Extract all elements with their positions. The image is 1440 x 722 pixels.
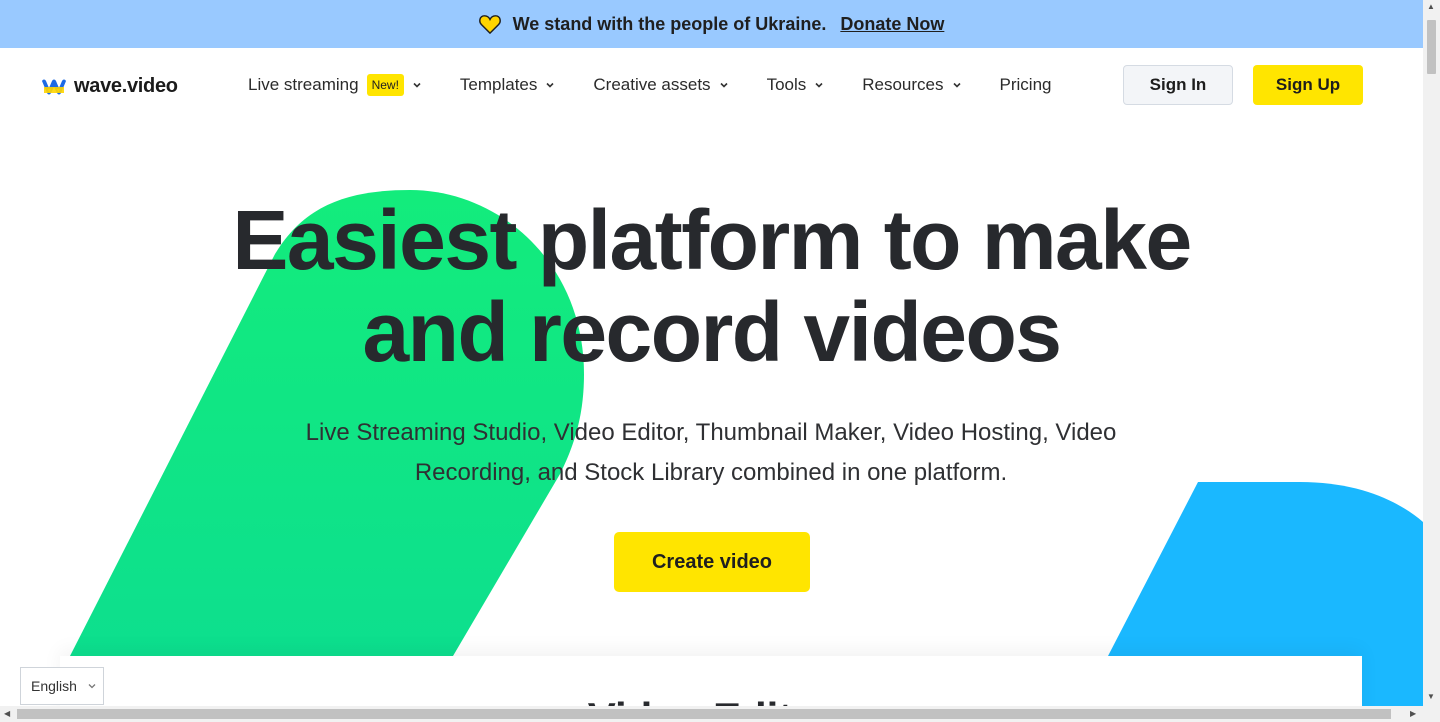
ukraine-banner: We stand with the people of Ukraine. Don… — [0, 0, 1423, 48]
nav-label: Templates — [459, 75, 538, 94]
chevron-down-icon — [88, 684, 96, 689]
nav-label: Tools — [766, 75, 807, 94]
wave-logo-icon — [42, 79, 66, 94]
sign-up-button[interactable]: Sign Up — [1253, 65, 1363, 105]
nav-label: Creative assets — [593, 75, 711, 94]
hero-section: Easiest platform to make and record vide… — [0, 124, 1423, 706]
nav-label: Resources — [862, 75, 944, 94]
site-header: wave.video Live streaming New! Templates… — [0, 48, 1423, 124]
banner-message: We stand with the people of Ukraine. — [512, 13, 827, 34]
hero-title: Easiest platform to make and record vide… — [0, 194, 1423, 378]
language-label: English — [31, 678, 77, 694]
horizontal-scroll-thumb[interactable] — [17, 709, 1391, 719]
hero-subtitle-line-1: Live Streaming Studio, Video Editor, Thu… — [305, 419, 1117, 446]
nav-label: Pricing — [999, 75, 1052, 94]
chevron-down-icon — [952, 82, 961, 88]
create-video-button[interactable]: Create video — [614, 532, 810, 592]
vertical-scrollbar[interactable]: ▲ ▼ — [1423, 0, 1440, 706]
hero-title-line-1: Easiest platform to make — [232, 193, 1192, 287]
logo-text: wave.video — [74, 75, 178, 97]
sign-in-button[interactable]: Sign In — [1123, 65, 1233, 105]
hero-subtitle: Live Streaming Studio, Video Editor, Thu… — [261, 413, 1161, 493]
scroll-down-arrow-icon[interactable]: ▼ — [1427, 692, 1435, 701]
new-badge: New! — [366, 74, 404, 96]
nav-pricing[interactable]: Pricing — [1000, 75, 1052, 95]
scroll-right-arrow-icon[interactable]: ▶ — [1410, 709, 1416, 718]
heart-icon — [478, 15, 501, 34]
nav-live-streaming[interactable]: Live streaming New! — [248, 74, 422, 96]
nav-templates[interactable]: Templates — [460, 75, 555, 95]
nav-tools[interactable]: Tools — [767, 75, 825, 95]
chevron-down-icon — [815, 82, 823, 88]
chevron-down-icon — [413, 82, 421, 88]
chevron-down-icon — [546, 82, 554, 88]
feature-card: Video Editor — [60, 656, 1362, 706]
donate-now-link[interactable]: Donate Now — [840, 14, 944, 35]
hero-subtitle-line-2: Recording, and Stock Library combined in… — [414, 459, 1008, 486]
chevron-down-icon — [719, 82, 728, 88]
hero-title-line-2: and record videos — [362, 285, 1062, 379]
logo[interactable]: wave.video — [40, 75, 178, 98]
language-select[interactable]: English — [20, 667, 104, 705]
vertical-scroll-thumb[interactable] — [1427, 20, 1436, 74]
main-nav: Live streaming New! Templates Creative a… — [248, 74, 1089, 96]
nav-creative-assets[interactable]: Creative assets — [593, 75, 728, 95]
nav-resources[interactable]: Resources — [862, 75, 961, 95]
feature-card-title: Video Editor — [60, 694, 1362, 706]
scroll-left-arrow-icon[interactable]: ◀ — [4, 709, 10, 718]
horizontal-scrollbar[interactable]: ◀ ▶ — [0, 706, 1440, 722]
nav-label: Live streaming — [248, 75, 359, 94]
scroll-up-arrow-icon[interactable]: ▲ — [1427, 2, 1435, 11]
